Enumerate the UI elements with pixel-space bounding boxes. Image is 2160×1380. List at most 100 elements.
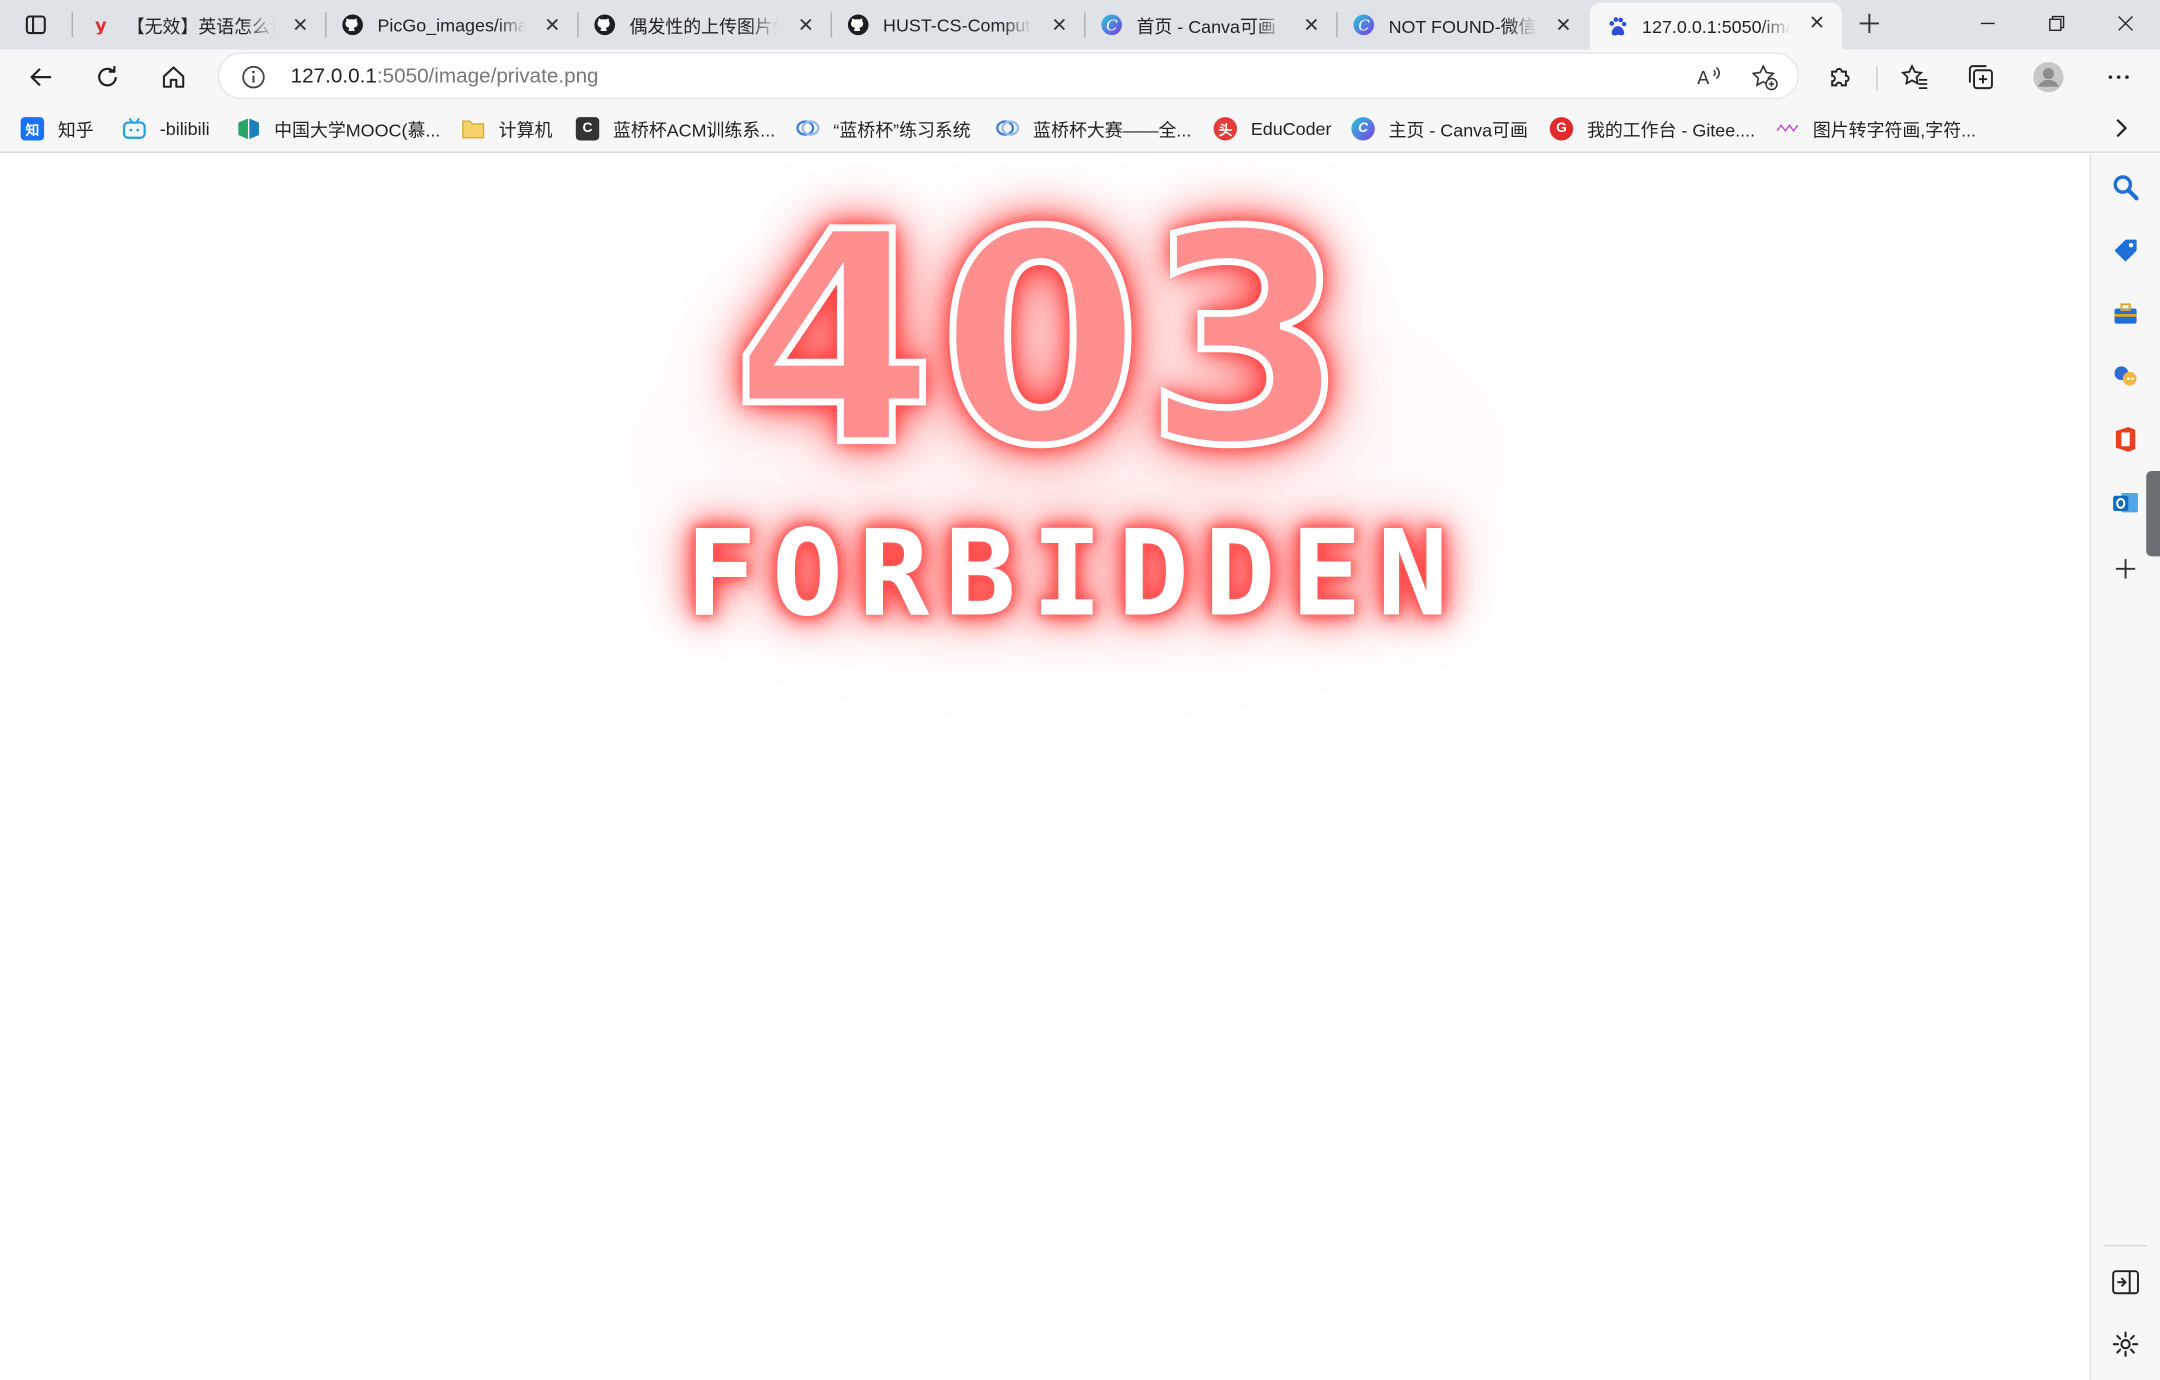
hide-sidebar-icon <box>2112 1270 2139 1295</box>
bookmark-item[interactable]: 中国大学MOOC(慕... <box>237 113 440 143</box>
canva-icon: C <box>1101 14 1123 36</box>
sidebar-shopping-button[interactable] <box>2110 236 2140 266</box>
profile-button[interactable] <box>2026 55 2070 99</box>
sidebar-outlook-button[interactable] <box>2110 488 2140 518</box>
chevron-right-icon <box>2116 119 2128 138</box>
tab[interactable]: y 【无效】英语怎么说 ✕ <box>74 6 325 45</box>
close-icon[interactable]: ✕ <box>289 13 311 36</box>
ascii-icon <box>1775 116 1800 139</box>
bookmark-label: “蓝桥杯”练习系统 <box>833 119 971 140</box>
restore-button[interactable] <box>2025 0 2088 47</box>
bookmark-item[interactable]: -bilibili <box>122 113 210 143</box>
close-icon[interactable]: ✕ <box>795 13 817 36</box>
bookmark-item[interactable]: “蓝桥杯”练习系统 <box>796 113 971 143</box>
home-icon <box>162 66 185 88</box>
tag-icon <box>2114 239 2137 262</box>
refresh-button[interactable] <box>85 55 129 99</box>
more-horizontal-icon <box>2108 75 2129 79</box>
tab-label: 【无效】英语怎么说 <box>126 15 276 37</box>
bookmarks-bar: 知 知乎 -bilibili 中国大学MOOC(慕... 计算机 C 蓝桥杯AC… <box>0 104 2160 153</box>
close-icon[interactable]: ✕ <box>541 13 563 36</box>
bookmark-item[interactable]: 知 知乎 <box>20 113 94 143</box>
back-button[interactable] <box>19 55 63 99</box>
toolbar-divider <box>1876 66 1878 91</box>
sidebar-hide-button[interactable] <box>2110 1267 2140 1297</box>
collections-button[interactable] <box>1959 55 2003 99</box>
bookmark-item[interactable]: 蓝桥杯大赛——全... <box>996 113 1191 143</box>
close-icon[interactable]: ✕ <box>1806 10 1828 33</box>
office-icon <box>2115 426 2136 452</box>
bookmark-item[interactable]: 头 EduCoder <box>1213 113 1332 143</box>
add-favorite-icon[interactable] <box>1751 63 1779 91</box>
bookmark-label: EduCoder <box>1250 117 1332 139</box>
minimize-button[interactable] <box>1956 0 2019 47</box>
mooc-icon <box>237 116 260 139</box>
tab-label: HUST-CS-Computer <box>883 14 1032 36</box>
bookmark-label: 蓝桥杯ACM训练系... <box>613 119 776 140</box>
page-content: 403 FORBIDDEN <box>0 154 2090 1380</box>
bookmark-item[interactable]: G 我的工作台 - Gitee.... <box>1549 113 1755 143</box>
sidebar-divider <box>2104 1245 2147 1247</box>
minimize-icon <box>1980 22 1995 25</box>
extensions-button[interactable] <box>1818 55 1862 99</box>
tab[interactable]: 偶发性的上传图片失败 ✕ <box>577 6 830 45</box>
edge-sidebar <box>2089 154 2160 1380</box>
tab[interactable]: PicGo_images/image ✕ <box>325 6 577 45</box>
navigation-bar: 127.0.0.1:5050/image/private.png A <box>0 49 2160 105</box>
refresh-icon <box>98 66 117 87</box>
sidebar-office-button[interactable] <box>2110 424 2140 454</box>
url-host: 127.0.0.1 <box>290 64 377 89</box>
github-icon <box>847 14 869 36</box>
bookmark-item[interactable]: 计算机 <box>461 113 552 143</box>
youdao-icon: y <box>91 14 113 36</box>
search-icon <box>2113 175 2139 201</box>
error-message: FORBIDDEN <box>685 505 1464 644</box>
collections-icon <box>1968 65 1993 90</box>
more-bookmarks-button[interactable] <box>2108 112 2136 145</box>
canva-icon: C <box>1351 116 1375 140</box>
zhihu-icon: 知 <box>20 116 45 140</box>
puzzle-icon <box>1831 67 1850 87</box>
tab-actions-button[interactable] <box>11 8 61 41</box>
read-aloud-icon[interactable]: A <box>1696 63 1724 91</box>
close-icon[interactable]: ✕ <box>1048 13 1070 36</box>
tab[interactable]: C NOT FOUND-微信公 ✕ <box>1336 6 1588 45</box>
sidebar-games-button[interactable] <box>2110 361 2140 391</box>
gitee-icon: G <box>1549 116 1574 140</box>
sidebar-tools-button[interactable] <box>2110 299 2140 329</box>
favorites-button[interactable] <box>1893 55 1937 99</box>
restore-icon <box>2049 15 2065 31</box>
address-bar[interactable]: 127.0.0.1:5050/image/private.png A <box>217 52 1800 100</box>
bookmark-label: 计算机 <box>498 119 553 140</box>
bookmark-label: 蓝桥杯大赛——全... <box>1033 119 1192 140</box>
github-icon <box>342 14 364 36</box>
svg-text:A: A <box>1697 68 1710 89</box>
tab-label: 偶发性的上传图片失败 <box>629 15 779 37</box>
tab-actions-icon <box>25 15 46 35</box>
bookmark-item[interactable]: C 主页 - Canva可画 <box>1351 113 1528 143</box>
tab[interactable]: HUST-CS-Computer ✕ <box>831 6 1084 45</box>
sidebar-scroll-handle[interactable] <box>2146 471 2160 557</box>
bookmark-label: 中国大学MOOC(慕... <box>274 119 441 140</box>
bookmark-item[interactable]: C 蓝桥杯ACM训练系... <box>575 113 776 143</box>
tab-active[interactable]: 127.0.0.1:5050/image ✕ <box>1589 2 1842 50</box>
tab-label: NOT FOUND-微信公 <box>1388 15 1538 37</box>
bookmark-label: 主页 - Canva可画 <box>1388 119 1528 140</box>
info-icon[interactable] <box>241 65 266 90</box>
sidebar-add-button[interactable] <box>2110 554 2140 584</box>
settings-more-button[interactable] <box>2097 55 2141 99</box>
sidebar-settings-button[interactable] <box>2110 1329 2140 1359</box>
url-text[interactable]: 127.0.0.1:5050/image/private.png <box>291 65 599 88</box>
close-icon[interactable]: ✕ <box>1300 13 1322 36</box>
close-window-button[interactable] <box>2094 0 2157 47</box>
home-button[interactable] <box>152 55 196 99</box>
bookmark-item[interactable]: 图片转字符画,字符... <box>1775 113 1976 143</box>
avatar-icon <box>2033 61 2064 93</box>
new-tab-button[interactable] <box>1854 8 1884 38</box>
favorites-icon <box>1901 64 1928 90</box>
close-icon[interactable]: ✕ <box>1552 13 1574 36</box>
baidu-paw-icon <box>1606 15 1628 37</box>
lanqiao-icon <box>996 116 1020 139</box>
tab[interactable]: C 首页 - Canva可画 ✕ <box>1084 6 1336 45</box>
sidebar-search-button[interactable] <box>2110 172 2140 202</box>
